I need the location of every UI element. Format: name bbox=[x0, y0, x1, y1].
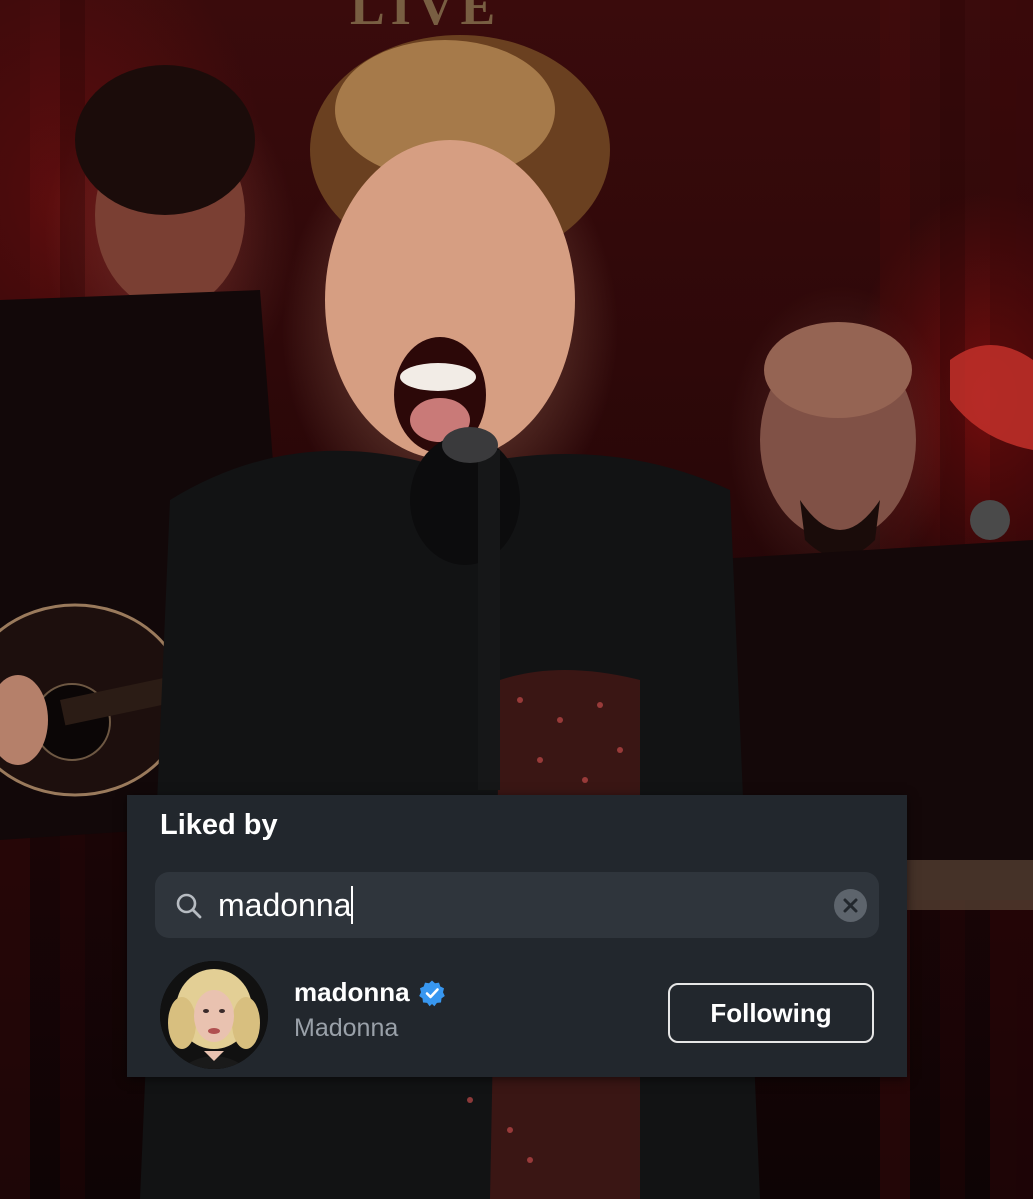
user-info: madonna Madonna bbox=[294, 977, 446, 1043]
panel-title: Liked by bbox=[160, 809, 278, 841]
avatar[interactable] bbox=[160, 961, 268, 1069]
username-line: madonna bbox=[294, 977, 446, 1008]
verified-badge-icon bbox=[418, 980, 445, 1006]
text-caret bbox=[351, 886, 354, 924]
username[interactable]: madonna bbox=[294, 977, 410, 1008]
following-button[interactable]: Following bbox=[668, 983, 874, 1043]
video-background: LIVE Liked by madonna madonna Madonna Fo… bbox=[0, 0, 1033, 1199]
search-input[interactable]: madonna bbox=[218, 886, 354, 924]
display-name: Madonna bbox=[294, 1014, 399, 1042]
profile-photo-illustration bbox=[160, 961, 268, 1069]
search-box[interactable]: madonna bbox=[155, 872, 879, 938]
close-icon bbox=[843, 898, 858, 913]
liked-by-panel: Liked by madonna madonna Madonna Followi… bbox=[127, 795, 907, 1077]
venue-sign: LIVE bbox=[350, 0, 502, 36]
search-query-text: madonna bbox=[218, 887, 352, 923]
clear-search-button[interactable] bbox=[834, 889, 867, 922]
search-icon bbox=[176, 893, 202, 919]
user-result-row[interactable]: madonna Madonna Following bbox=[127, 955, 907, 1073]
